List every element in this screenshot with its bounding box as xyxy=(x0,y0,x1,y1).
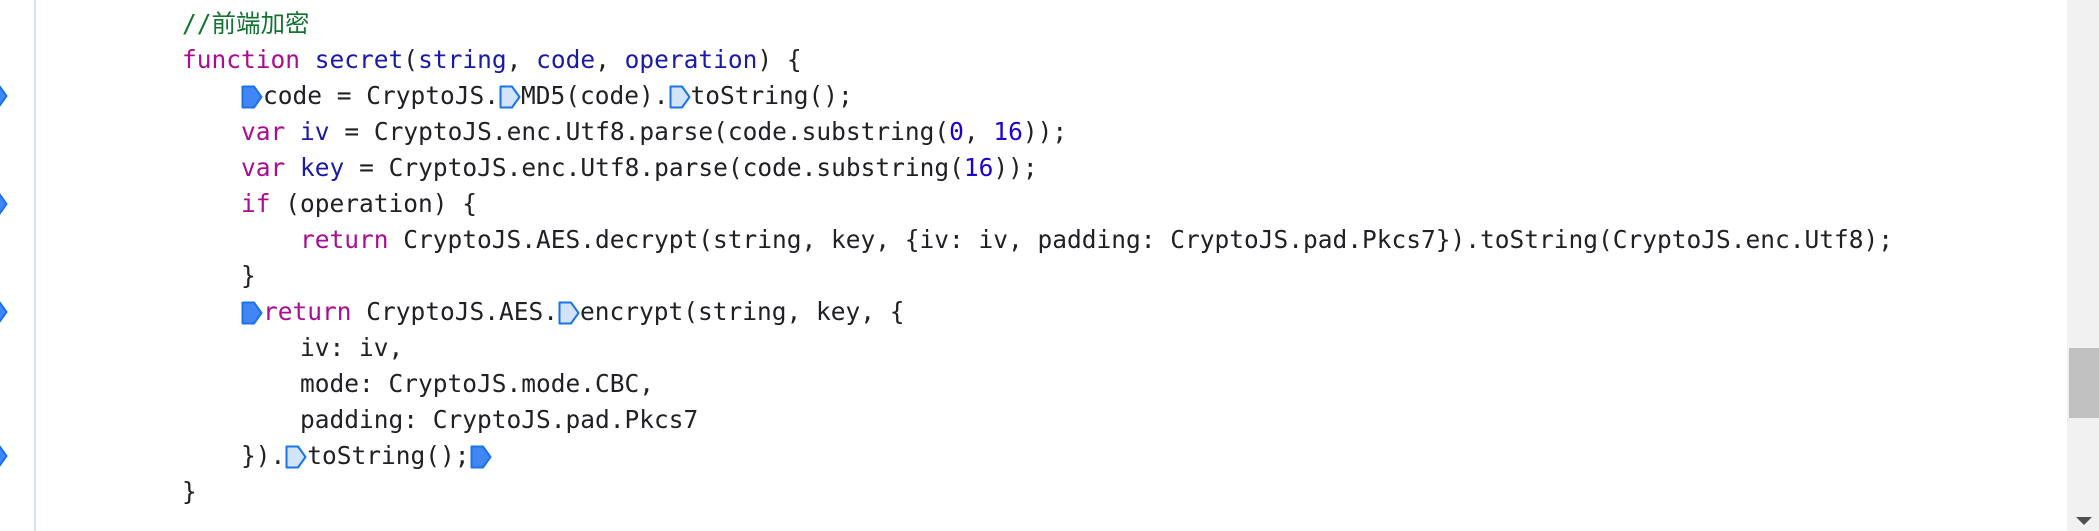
code-line[interactable]: iv: iv, xyxy=(182,330,2067,366)
token-def: code xyxy=(536,45,596,74)
code-line[interactable]: } xyxy=(182,258,2067,294)
token-plain: mode: CryptoJS.mode.CBC, xyxy=(300,369,655,398)
gutter-breakpoint-icon[interactable] xyxy=(0,84,8,108)
code-line[interactable]: function secret(string, code, operation)… xyxy=(182,42,2067,78)
inline-breakpoint-marker-icon[interactable] xyxy=(669,85,691,109)
code-line[interactable]: //前端加密 xyxy=(182,6,2067,42)
token-keyword: return xyxy=(300,225,389,254)
active-breakpoint-marker-icon[interactable] xyxy=(241,301,263,325)
token-plain: = CryptoJS.enc.Utf8.parse(code.substring… xyxy=(344,153,964,182)
breakpoint-gutter[interactable] xyxy=(0,0,36,531)
code-line[interactable]: return CryptoJS.AES. encrypt(string, key,… xyxy=(182,294,2067,330)
token-keyword: var xyxy=(241,153,286,182)
token-plain: } xyxy=(182,477,197,506)
token-keyword: var xyxy=(241,117,286,146)
token-keyword: if xyxy=(241,189,271,218)
token-keyword: return xyxy=(263,297,352,326)
token-plain: )); xyxy=(1022,117,1068,146)
gutter-breakpoint-icon[interactable] xyxy=(0,444,8,468)
token-plain: , xyxy=(506,45,537,74)
token-number: 16 xyxy=(963,153,994,182)
token-plain: }). xyxy=(241,441,286,470)
token-def: operation xyxy=(624,45,758,74)
code-line[interactable]: padding: CryptoJS.pad.Pkcs7 xyxy=(182,402,2067,438)
code-line[interactable]: if (operation) { xyxy=(182,186,2067,222)
token-plain: (operation) { xyxy=(270,189,478,218)
token-plain: code = CryptoJS. xyxy=(263,81,500,110)
token-def: secret xyxy=(314,45,404,74)
token-number: 0 xyxy=(949,117,964,146)
vertical-scrollbar[interactable] xyxy=(2067,0,2099,531)
code-line[interactable]: var key = CryptoJS.enc.Utf8.parse(code.s… xyxy=(182,150,2067,186)
code-area[interactable]: //前端加密 function secret(string, code, oper… xyxy=(182,6,2067,510)
token-plain: toString(); xyxy=(690,81,853,110)
token-plain: , xyxy=(963,117,994,146)
token-plain: encrypt(string, key, { xyxy=(580,297,905,326)
token-plain: CryptoJS.AES. xyxy=(351,297,559,326)
code-line[interactable]: } xyxy=(182,474,2067,510)
token-plain: , xyxy=(595,45,625,74)
token-comment: //前端加密 xyxy=(182,9,310,38)
token-plain: CryptoJS.AES.decrypt(string, key, {iv: i… xyxy=(388,225,1894,254)
token-plain: )); xyxy=(993,153,1038,182)
token-plain: toString(); xyxy=(307,441,470,470)
token-def: string xyxy=(418,45,507,74)
code-line[interactable]: return CryptoJS.AES.decrypt(string, key,… xyxy=(182,222,2067,258)
code-line[interactable]: code = CryptoJS. MD5(code). toString(); xyxy=(182,78,2067,114)
inline-breakpoint-marker-icon[interactable] xyxy=(499,85,521,109)
token-plain: MD5(code). xyxy=(521,81,669,110)
token-plain: ( xyxy=(403,45,419,74)
token-number: 16 xyxy=(993,117,1023,146)
scroll-down-arrow-icon[interactable] xyxy=(2076,517,2092,525)
token-plain: padding: CryptoJS.pad.Pkcs7 xyxy=(300,405,699,434)
active-breakpoint-marker-icon[interactable] xyxy=(470,445,492,469)
token-def: key xyxy=(300,153,345,182)
token-plain: } xyxy=(241,261,256,290)
token-plain: = CryptoJS.enc.Utf8.parse(code.substring… xyxy=(329,117,950,146)
code-line[interactable]: mode: CryptoJS.mode.CBC, xyxy=(182,366,2067,402)
code-line[interactable]: }). toString(); xyxy=(182,438,2067,474)
active-breakpoint-marker-icon[interactable] xyxy=(241,85,263,109)
code-editor[interactable]: //前端加密 function secret(string, code, oper… xyxy=(0,0,2067,531)
scrollbar-thumb[interactable] xyxy=(2069,348,2099,418)
token-plain: iv: iv, xyxy=(300,333,404,362)
inline-breakpoint-marker-icon[interactable] xyxy=(558,301,580,325)
gutter-breakpoint-icon[interactable] xyxy=(0,300,8,324)
token-plain: ) { xyxy=(757,45,802,74)
token-def: iv xyxy=(300,117,330,146)
token-keyword: function xyxy=(182,45,301,74)
code-line[interactable]: var iv = CryptoJS.enc.Utf8.parse(code.su… xyxy=(182,114,2067,150)
gutter-breakpoint-icon[interactable] xyxy=(0,192,8,216)
inline-breakpoint-marker-icon[interactable] xyxy=(285,445,307,469)
